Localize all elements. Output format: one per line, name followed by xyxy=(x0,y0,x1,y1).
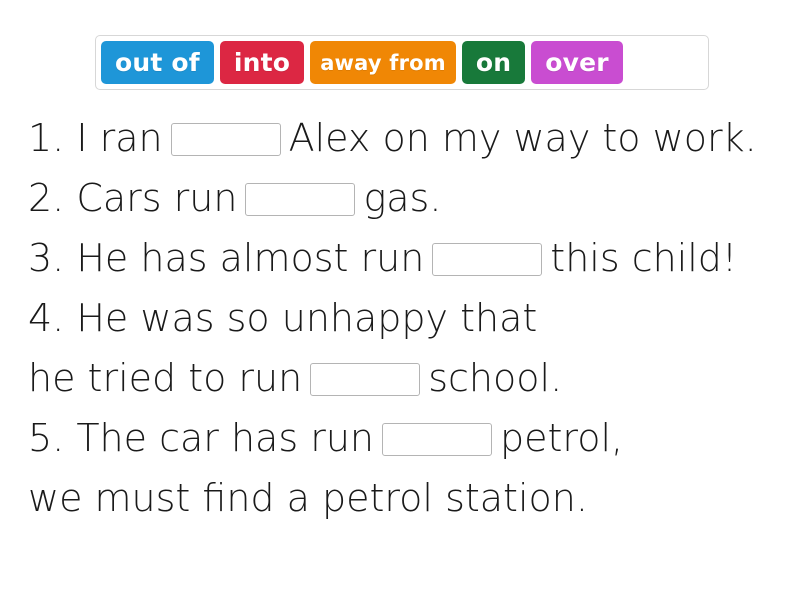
sentence-1-line-1: 1. I ran Alex on my way to work. xyxy=(28,108,780,168)
answer-blank-2[interactable] xyxy=(245,182,356,216)
sentence-text: school. xyxy=(428,356,563,400)
sentence-text: this child! xyxy=(550,236,738,280)
sentence-text: 2. Cars run xyxy=(28,176,238,220)
sentence-text: petrol, xyxy=(500,416,624,460)
answer-blank-4[interactable] xyxy=(310,362,421,396)
sentence-5-line-2: we must find a petrol station. xyxy=(28,468,780,528)
word-bank: out of into away from on over xyxy=(95,35,709,90)
sentence-text: gas. xyxy=(363,176,442,220)
answer-blank-5[interactable] xyxy=(382,422,493,456)
sentence-5-line-1: 5. The car has run petrol, xyxy=(28,408,780,468)
sentence-list: 1. I ran Alex on my way to work. 2. Cars r… xyxy=(28,108,780,528)
word-chip-out-of[interactable]: out of xyxy=(101,41,214,84)
word-chip-over[interactable]: over xyxy=(531,41,623,84)
sentence-text: 4. He was so unhappy that xyxy=(28,296,538,340)
answer-blank-1[interactable] xyxy=(170,122,281,156)
sentence-text: 1. I ran xyxy=(28,116,163,160)
sentence-2-line-1: 2. Cars run gas. xyxy=(28,168,780,228)
answer-blank-3[interactable] xyxy=(432,242,543,276)
word-chip-on[interactable]: on xyxy=(461,41,526,84)
sentence-3-line-1: 3. He has almost run this child! xyxy=(28,228,780,288)
sentence-text: 3. He has almost run xyxy=(28,236,425,280)
sentence-text: he tried to run xyxy=(28,356,303,400)
sentence-text: 5. The car has run xyxy=(28,416,375,460)
word-chip-into[interactable]: into xyxy=(219,41,305,84)
sentence-4-line-1: 4. He was so unhappy that xyxy=(28,288,780,348)
sentence-4-line-2: he tried to run school. xyxy=(28,348,780,408)
sentence-text: Alex on my way to work. xyxy=(288,116,757,160)
word-chip-away-from[interactable]: away from xyxy=(310,41,456,84)
sentence-text: we must find a petrol station. xyxy=(28,476,588,520)
